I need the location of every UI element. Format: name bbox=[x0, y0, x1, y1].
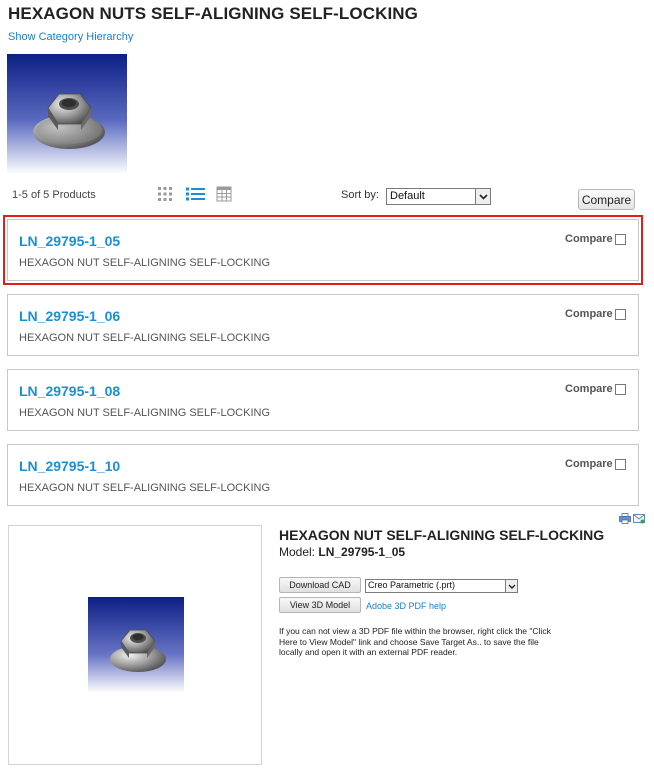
compare-label: Compare bbox=[565, 233, 613, 245]
view-3d-model-button[interactable]: View 3D Model bbox=[279, 597, 361, 613]
cad-format-select[interactable]: Creo Parametric (.prt) bbox=[365, 579, 518, 593]
product-card: LN_29795-1_08 HEXAGON NUT SELF-ALIGNING … bbox=[7, 369, 639, 431]
list-view-icon[interactable] bbox=[186, 186, 205, 202]
sort-select[interactable]: Default bbox=[386, 188, 491, 205]
compare-label: Compare bbox=[565, 458, 613, 470]
product-title-link[interactable]: LN_29795-1_08 bbox=[19, 383, 120, 399]
table-view-icon[interactable] bbox=[216, 186, 232, 202]
grid-view-icon[interactable] bbox=[157, 186, 173, 202]
compare-label: Compare bbox=[565, 308, 613, 320]
model-line: Model: LN_29795-1_05 bbox=[279, 545, 405, 559]
model-value: LN_29795-1_05 bbox=[318, 545, 406, 559]
compare-checkbox[interactable] bbox=[615, 384, 626, 395]
sort-select-value: Default bbox=[390, 190, 425, 202]
chevron-down-icon bbox=[475, 189, 490, 204]
product-title-link[interactable]: LN_29795-1_06 bbox=[19, 308, 120, 324]
category-image bbox=[7, 54, 127, 174]
adobe-3d-pdf-help-link[interactable]: Adobe 3D PDF help bbox=[366, 601, 446, 611]
product-title-link[interactable]: LN_29795-1_05 bbox=[19, 233, 120, 249]
product-description: HEXAGON NUT SELF-ALIGNING SELF-LOCKING bbox=[19, 482, 271, 494]
compare-checkbox[interactable] bbox=[615, 459, 626, 470]
cad-format-value: Creo Parametric (.prt) bbox=[368, 580, 456, 590]
product-description: HEXAGON NUT SELF-ALIGNING SELF-LOCKING bbox=[19, 332, 271, 344]
chevron-down-icon bbox=[505, 580, 517, 592]
pdf-viewing-note: If you can not view a 3D PDF file within… bbox=[279, 626, 551, 657]
sort-label: Sort by: bbox=[341, 189, 379, 201]
compare-checkbox[interactable] bbox=[615, 309, 626, 320]
page-title: HEXAGON NUTS SELF-ALIGNING SELF-LOCKING bbox=[8, 4, 419, 23]
model-label: Model: bbox=[279, 545, 316, 559]
product-card: LN_29795-1_06 HEXAGON NUT SELF-ALIGNING … bbox=[7, 294, 639, 356]
compare-checkbox[interactable] bbox=[615, 234, 626, 245]
email-icon[interactable] bbox=[633, 513, 645, 524]
show-category-hierarchy-link[interactable]: Show Category Hierarchy bbox=[8, 31, 133, 43]
product-card: LN_29795-1_10 HEXAGON NUT SELF-ALIGNING … bbox=[7, 444, 639, 506]
compare-label: Compare bbox=[565, 383, 613, 395]
model-preview-image bbox=[88, 597, 184, 693]
product-card: LN_29795-1_05 HEXAGON NUT SELF-ALIGNING … bbox=[3, 215, 643, 285]
detail-title: HEXAGON NUT SELF-ALIGNING SELF-LOCKING bbox=[279, 527, 605, 543]
compare-button[interactable]: Compare bbox=[578, 189, 635, 210]
print-icon[interactable] bbox=[619, 513, 631, 524]
product-description: HEXAGON NUT SELF-ALIGNING SELF-LOCKING bbox=[19, 257, 271, 269]
product-title-link[interactable]: LN_29795-1_10 bbox=[19, 458, 120, 474]
product-description: HEXAGON NUT SELF-ALIGNING SELF-LOCKING bbox=[19, 407, 271, 419]
product-count: 1-5 of 5 Products bbox=[12, 189, 96, 201]
download-cad-button[interactable]: Download CAD bbox=[279, 577, 361, 593]
